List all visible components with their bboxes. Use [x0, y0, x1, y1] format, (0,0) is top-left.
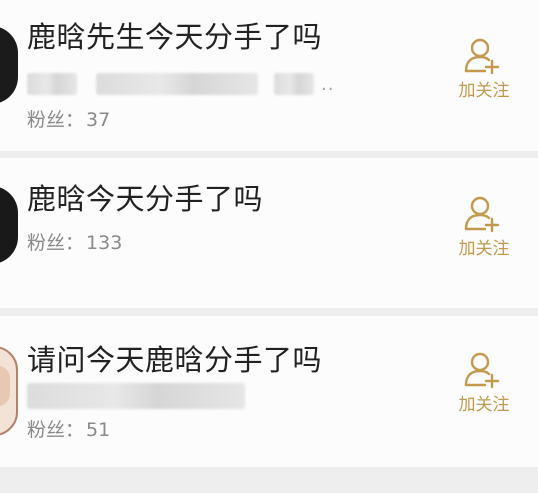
bio-ellipsis: .. [321, 74, 335, 95]
avatar-face [0, 366, 10, 406]
user-search-results: 鹿晗先生今天分手了吗 .. 粉丝： 37 加关注 鹿晗今天分手了吗 粉丝： 133 [0, 0, 538, 493]
user-result-card[interactable]: 鹿晗今天分手了吗 粉丝： 133 加关注 [0, 158, 538, 308]
follower-label: 粉丝： [27, 232, 85, 254]
follow-button[interactable]: 加关注 [448, 37, 520, 107]
username[interactable]: 鹿晗今天分手了吗 [27, 181, 263, 217]
follower-number: 37 [86, 109, 111, 131]
follower-number: 51 [86, 419, 111, 441]
avatar[interactable] [0, 186, 18, 264]
avatar[interactable] [0, 26, 18, 104]
follow-label: 加关注 [458, 395, 510, 415]
follow-button[interactable]: 加关注 [448, 351, 520, 421]
blurred-bio [27, 73, 77, 95]
follower-count: 粉丝： 51 [27, 418, 110, 442]
add-user-icon [464, 38, 500, 75]
username[interactable]: 鹿晗先生今天分手了吗 [27, 19, 322, 55]
follow-button[interactable]: 加关注 [448, 195, 520, 265]
add-user-icon [464, 196, 500, 233]
follow-label: 加关注 [458, 81, 510, 101]
blurred-bio [27, 383, 245, 409]
follower-count: 粉丝： 133 [27, 231, 122, 255]
follower-count: 粉丝： 37 [27, 108, 110, 132]
user-result-card[interactable]: 鹿晗先生今天分手了吗 .. 粉丝： 37 加关注 [0, 0, 538, 151]
add-user-icon [464, 352, 500, 389]
follower-label: 粉丝： [27, 109, 85, 131]
avatar[interactable] [0, 346, 18, 436]
blurred-bio [274, 73, 314, 95]
follow-label: 加关注 [458, 239, 510, 259]
follower-label: 粉丝： [27, 419, 85, 441]
user-result-card[interactable]: 请问今天鹿晗分手了吗 粉丝： 51 加关注 [0, 316, 538, 467]
blurred-bio [96, 73, 258, 95]
follower-number: 133 [86, 232, 123, 254]
username[interactable]: 请问今天鹿晗分手了吗 [27, 342, 322, 378]
